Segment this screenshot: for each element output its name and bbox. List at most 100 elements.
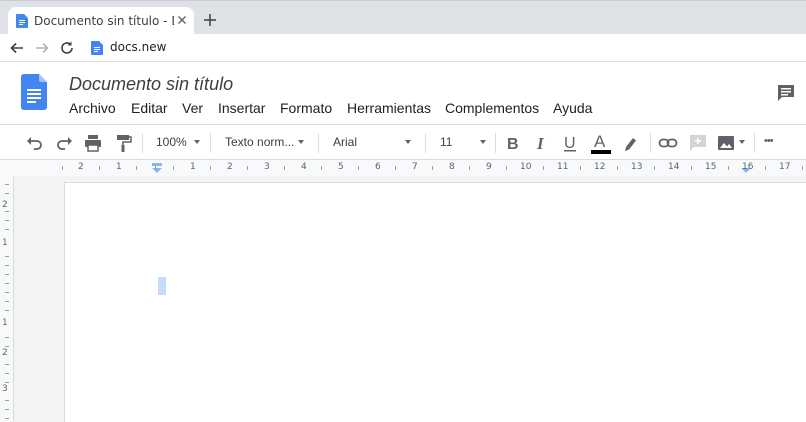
chevron-down-icon [298,140,304,144]
ruler-number: 14 [668,162,680,172]
vertical-ruler-tick [5,292,9,293]
ruler-tick [395,166,396,170]
ruler-number: 5 [338,162,344,172]
highlight-pen-icon[interactable] [622,133,640,153]
google-docs-favicon-icon [91,41,103,55]
browser-toolbar: docs.new [0,34,806,62]
redo-icon[interactable] [55,133,73,153]
ruler-tick [247,166,248,170]
chevron-down-icon [739,140,745,144]
svg-text:B: B [507,136,519,153]
address-bar[interactable]: docs.new [110,40,166,54]
menu-ver[interactable]: Ver [182,100,203,116]
ruler-number: 9 [486,162,492,172]
vertical-ruler-tick [5,409,9,410]
browser-tab[interactable]: Documento sin título - Documen [8,7,194,35]
insert-image-icon[interactable] [716,133,736,153]
ruler-tick [321,166,322,170]
horizontal-ruler[interactable]: 2 1 1 2 3 4 5 6 7 8 9 10 11 12 13 14 15 16 17 [0,160,806,176]
tab-title: Documento sin título - Documen [34,14,174,28]
ruler-number: 4 [301,162,307,172]
vertical-ruler-tick [5,220,9,221]
google-docs-favicon-icon [16,14,28,28]
vertical-ruler-tick [5,346,9,347]
back-arrow-icon[interactable] [9,40,25,56]
font-family-select[interactable]: Arial [333,135,357,149]
font-size-select[interactable]: 11 [440,135,452,149]
menu-herramientas[interactable]: Herramientas [347,100,431,116]
vertical-ruler-tick [5,418,9,419]
vertical-ruler-tick [5,337,9,338]
paint-format-icon[interactable] [114,133,132,153]
ruler-tick [155,166,156,170]
text-color-icon[interactable]: A [590,131,612,155]
ruler-number: 2 [227,162,233,172]
close-icon[interactable] [174,12,190,28]
vertical-ruler-tick [5,382,9,383]
vertical-ruler[interactable]: 2 1 1 2 3 [0,176,14,422]
ruler-tick [99,166,100,170]
ruler-tick [358,166,359,170]
ruler-number: 17 [779,162,791,172]
new-tab-plus-icon[interactable] [201,11,219,29]
ruler-tick [654,166,655,170]
document-title[interactable]: Documento sin título [69,74,233,95]
menu-complementos[interactable]: Complementos [445,100,539,116]
print-icon[interactable] [83,133,103,153]
ruler-tick [728,166,729,170]
divider [0,61,806,62]
more-options-button[interactable]: ••• [764,135,774,147]
underline-icon[interactable]: U [561,133,579,153]
add-comment-icon[interactable] [688,133,708,153]
vertical-ruler-tick [5,211,9,212]
vertical-ruler-tick [5,229,9,230]
chevron-down-icon [480,140,486,144]
chevron-down-icon [405,140,411,144]
menu-insertar[interactable]: Insertar [218,100,265,116]
vertical-ruler-number: 1 [2,318,8,328]
indent-marker-icon[interactable] [151,162,163,174]
menu-archivo[interactable]: Archivo [69,100,116,116]
comments-icon[interactable] [776,83,796,103]
ruler-number: 7 [412,162,418,172]
insert-link-icon[interactable] [658,133,678,153]
vertical-ruler-tick [5,373,9,374]
vertical-ruler-tick [5,184,9,185]
vertical-ruler-number: 3 [2,384,8,394]
ruler-number: 13 [631,162,643,172]
toolbar-divider [318,133,319,153]
formatting-toolbar: 100% Texto norm... Arial 11 B I U A ••• [0,124,806,160]
ruler-tick [580,166,581,170]
ruler-tick [765,166,766,170]
ruler-tick [543,166,544,170]
menu-formato[interactable]: Formato [280,100,332,116]
google-docs-logo-icon[interactable] [21,74,47,110]
menu-editar[interactable]: Editar [131,100,168,116]
italic-icon[interactable]: I [532,133,550,153]
toolbar-divider [210,133,211,153]
paragraph-style-select[interactable]: Texto norm... [225,135,294,149]
toolbar-divider [650,133,651,153]
vertical-ruler-tick [5,400,9,401]
ruler-number: 6 [375,162,381,172]
vertical-ruler-tick [5,310,9,311]
bold-icon[interactable]: B [503,133,521,153]
vertical-ruler-tick [5,274,9,275]
vertical-ruler-tick [5,193,9,194]
undo-icon[interactable] [26,133,44,153]
vertical-ruler-tick [5,301,9,302]
ruler-number: 2 [78,162,84,172]
reload-icon[interactable] [59,40,75,56]
toolbar-divider [754,133,755,153]
menu-ayuda[interactable]: Ayuda [553,100,592,116]
vertical-ruler-tick [5,364,9,365]
ruler-number: 8 [449,162,455,172]
zoom-select[interactable]: 100% [156,135,187,149]
document-page[interactable] [64,182,806,422]
ruler-tick [136,166,137,170]
forward-arrow-icon[interactable] [34,40,50,56]
text-cursor [158,277,166,295]
ruler-number: 12 [594,162,606,172]
vertical-ruler-number: 1 [2,238,8,248]
svg-text:I: I [536,134,545,153]
